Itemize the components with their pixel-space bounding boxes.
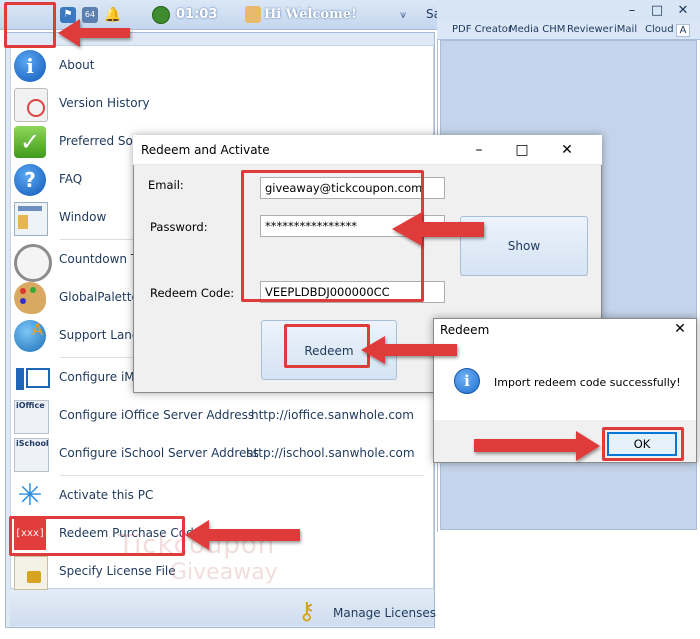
arrow-to-orb <box>58 19 130 47</box>
arrow-to-redeem <box>361 336 457 364</box>
arrow-to-redeem-menu <box>185 520 300 550</box>
annotation-arrows <box>58 19 600 550</box>
arrow-to-password <box>392 212 484 246</box>
arrow-to-ok <box>474 431 600 461</box>
